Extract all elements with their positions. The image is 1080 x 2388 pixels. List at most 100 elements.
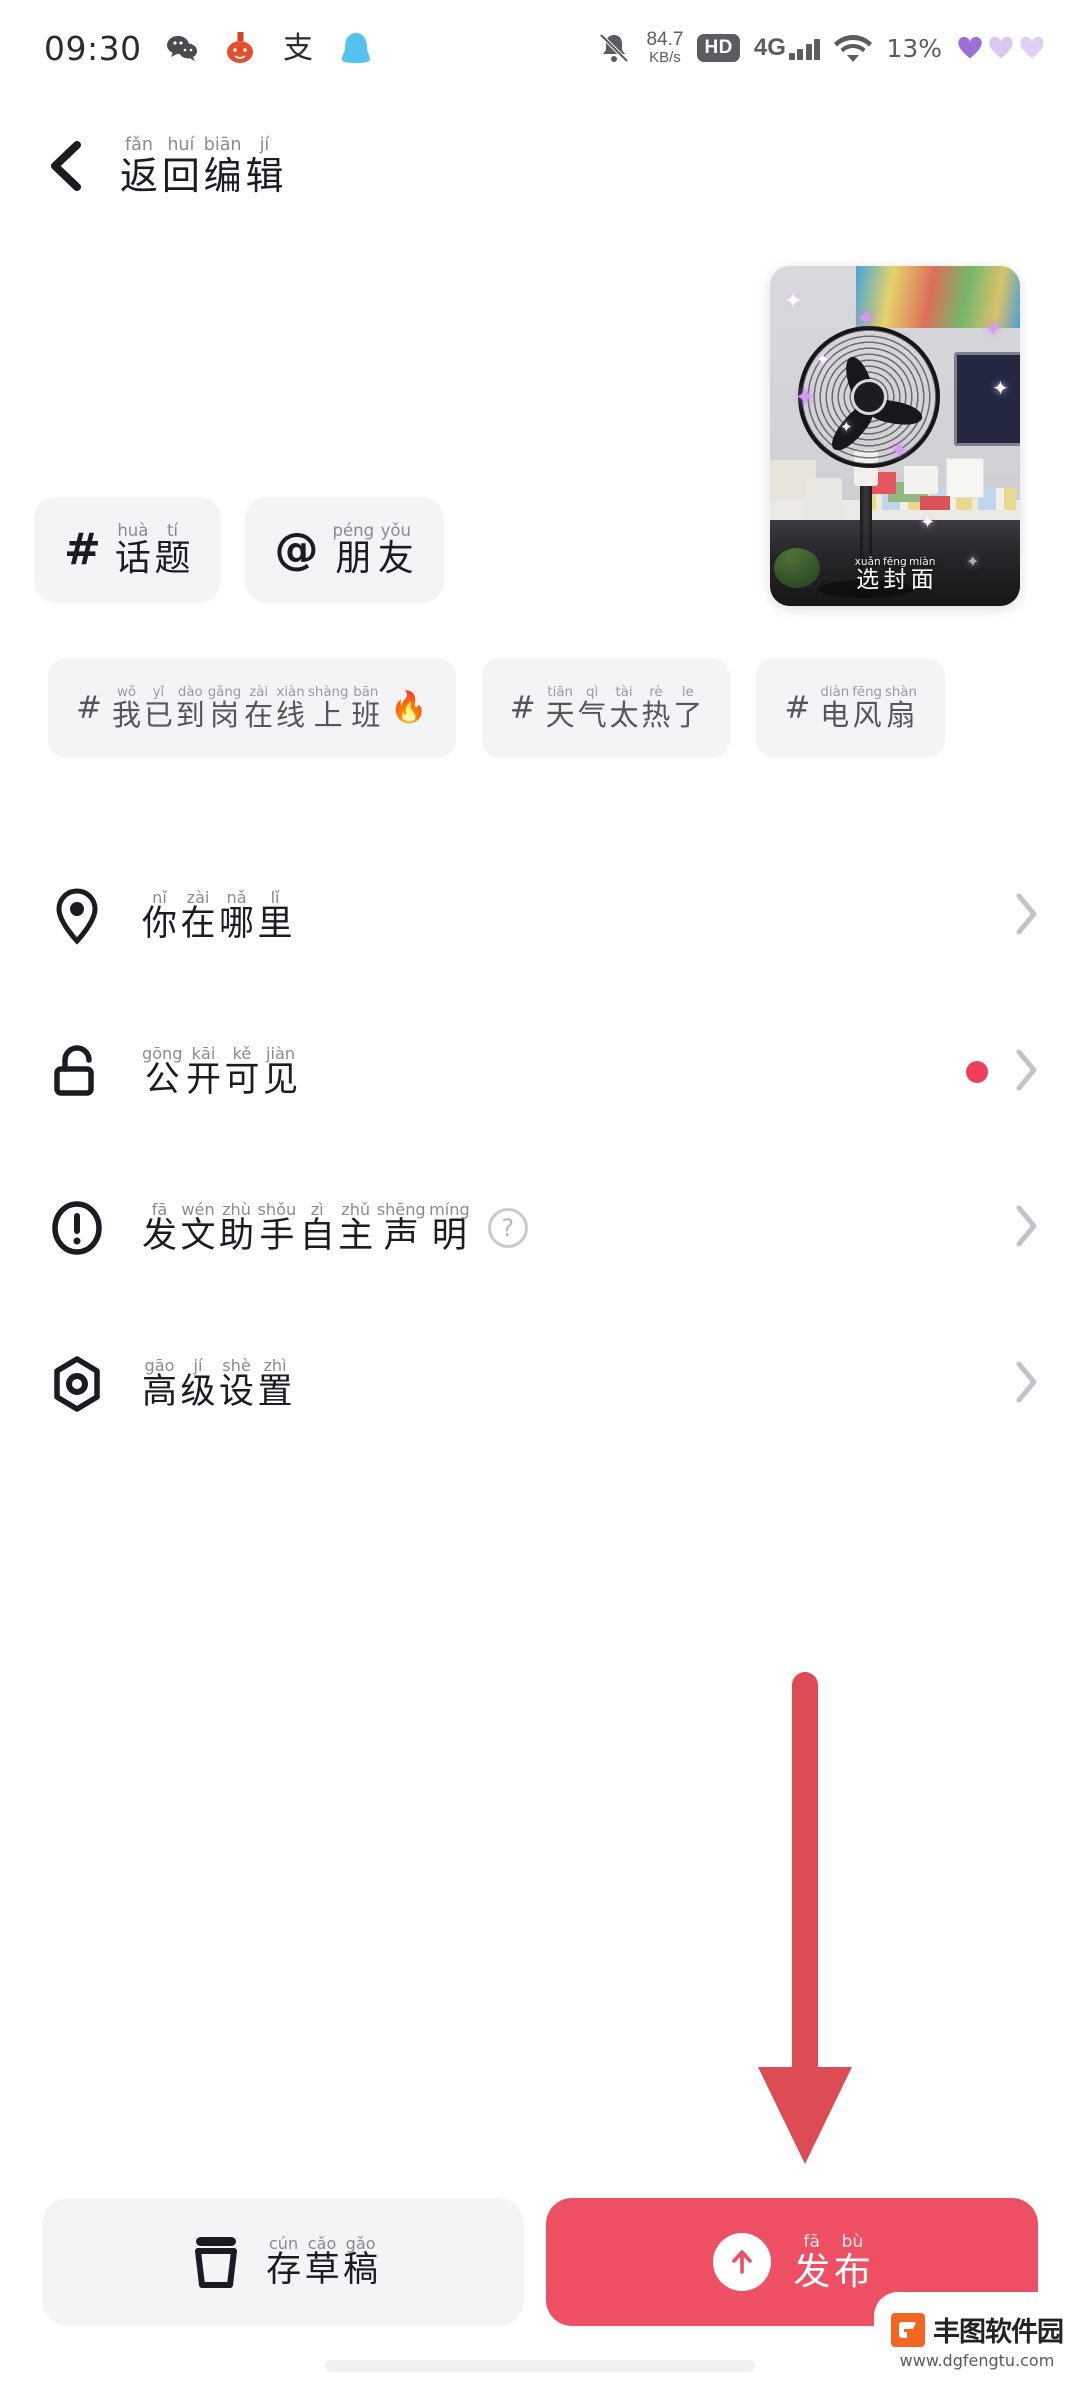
page-title: fǎn 返 huí 回 biān 编 jí 辑 — [120, 135, 283, 194]
hanzi: 手 — [259, 1216, 295, 1257]
save-draft-button[interactable]: cún 存 cǎo 草 gǎo 稿 — [42, 2198, 525, 2326]
hanzi: 朋 — [335, 538, 372, 580]
pinyin: péng — [332, 520, 375, 540]
back-chevron-icon — [51, 141, 81, 191]
topic-chip-label: diàn 电 fēng 风 shàn 扇 — [820, 686, 917, 730]
list-row-label: gāo 高 jí 级 shè 设 zhì 置 — [142, 1355, 1014, 1413]
status-bar-right: 84.7 KB/s HD 4G 13% — [596, 30, 1046, 66]
pinyin: jiàn — [266, 1043, 296, 1063]
pinyin: zài — [186, 887, 210, 907]
bell-muted-icon — [600, 33, 629, 63]
pinyin: biān — [203, 135, 242, 156]
signal-bars-icon — [788, 38, 821, 60]
hanzi: 友 — [377, 538, 414, 580]
list-row-text: gōng 公 kāi 开 kě 可 jiàn 见 — [142, 1043, 299, 1101]
hanzi: 选 — [856, 567, 880, 593]
hanzi: 文 — [180, 1216, 216, 1257]
pinyin: fā — [151, 1199, 168, 1219]
upload-arrow-icon — [713, 2233, 772, 2291]
list-row-label: nǐ 你 zài 在 nǎ 哪 lǐ 里 — [142, 887, 1014, 945]
settings-hexagon-icon — [48, 1355, 106, 1413]
pinyin: zhù — [222, 1199, 251, 1219]
battery-percentage: 13% — [886, 33, 942, 63]
pinyin: kě — [232, 1043, 252, 1063]
heart-icons — [956, 34, 1046, 62]
alipay-icon: 支 — [283, 31, 313, 66]
app-icon — [226, 32, 253, 63]
network-type-label: 4G — [753, 34, 786, 61]
watermark: 丰图软件园 www.dgfengtu.com — [874, 2292, 1080, 2388]
list-row[interactable]: gōng 公 kāi 开 kě 可 jiàn 见 — [0, 994, 1080, 1150]
pinyin: gāo — [144, 1355, 175, 1375]
hanzi: 已 — [143, 697, 173, 732]
qq-icon — [341, 33, 370, 63]
list-row[interactable]: fā 发 wén 文 zhù 助 shǒu 手 zì 自 zhǔ 主 shēng 声 míng 明? — [0, 1150, 1080, 1306]
wifi-icon — [834, 35, 873, 62]
pinyin: tí — [166, 520, 179, 540]
hash-icon: # — [784, 690, 811, 726]
save-draft-icon — [195, 2237, 238, 2288]
topic-chip[interactable]: # wǒ 我 yǐ 已 dào 到 gǎng 岗 zài 在 xiàn 线 shàng 上 bān 班 🔥 — [48, 658, 456, 758]
back-button[interactable] — [40, 139, 94, 193]
pinyin: shè — [222, 1355, 251, 1375]
hanzi: 级 — [180, 1372, 216, 1413]
pinyin: fǎn — [125, 135, 153, 156]
topic-chip[interactable]: # diàn 电 fēng 风 shàn 扇 — [756, 658, 945, 758]
hanzi: 见 — [263, 1060, 299, 1101]
at-icon: @ — [274, 524, 319, 575]
hanzi: 稿 — [343, 2250, 379, 2291]
tag-button-friend[interactable]: @ péng 朋 yǒu 友 — [244, 497, 444, 603]
svg-text:支: 支 — [283, 31, 313, 66]
hash-icon: # — [76, 690, 102, 726]
list-row-text: fā 发 wén 文 zhù 助 shǒu 手 zì 自 zhǔ 主 shēng 声 míng 明 — [142, 1199, 470, 1257]
tag-button-topic[interactable]: # huà 话 tí 题 — [34, 497, 221, 603]
hanzi: 了 — [673, 697, 703, 732]
location-pin-icon — [48, 887, 106, 945]
status-bar: 09:30 支 84.7 KB/s HD 4G 13% — [0, 0, 1080, 96]
tag-buttons: # huà 话 tí 题 @ péng 朋 yǒu 友 — [34, 497, 444, 603]
chevron-right-icon — [1014, 1360, 1040, 1409]
hanzi: 存 — [266, 2250, 302, 2291]
cover-thumbnail[interactable]: ✦ ✦ ✦ ✦ ✦ ✦ ✦ ✦ ✦ ✦ xuǎn选fēng封miàn面 — [770, 266, 1020, 606]
network-speed-unit: KB/s — [649, 49, 681, 67]
phone-screen: 09:30 支 84.7 KB/s HD 4G 13% fǎn 返 huí 回 … — [0, 0, 1080, 2388]
hanzi: 岗 — [209, 697, 239, 732]
hd-badge: HD — [697, 34, 740, 62]
unlock-icon — [48, 1043, 106, 1101]
hanzi: 风 — [852, 697, 882, 732]
chevron-right-icon — [1014, 1048, 1040, 1097]
topic-chip-row[interactable]: # wǒ 我 yǐ 已 dào 到 gǎng 岗 zài 在 xiàn 线 shàng 上 bān 班 🔥 # tiā… — [0, 658, 1080, 760]
pinyin: míng — [429, 1199, 470, 1219]
hanzi: 发 — [142, 1216, 178, 1257]
topic-chip-label: tiān 天 qì 气 tài 太 rè 热 le 了 — [546, 686, 703, 730]
list-row[interactable]: nǐ 你 zài 在 nǎ 哪 lǐ 里 — [0, 838, 1080, 994]
topic-chip[interactable]: # tiān 天 qì 气 tài 太 rè 热 le 了 — [481, 658, 731, 758]
hanzi: 我 — [111, 697, 141, 732]
hanzi: 太 — [609, 697, 639, 732]
hanzi: 扇 — [886, 697, 916, 732]
hanzi: 热 — [641, 697, 671, 732]
watermark-name: 丰图软件园 — [933, 2317, 1064, 2348]
hanzi: 话 — [114, 538, 151, 580]
home-indicator — [325, 2360, 755, 2372]
hanzi: 发 — [793, 2249, 831, 2293]
hanzi: 声 — [383, 1216, 419, 1257]
hanzi: 置 — [257, 1372, 293, 1413]
pinyin: huà — [117, 520, 149, 540]
hanzi: 自 — [299, 1216, 335, 1257]
hanzi: 面 — [910, 567, 934, 593]
pinyin: kāi — [191, 1043, 216, 1063]
annotation-arrow — [740, 1672, 870, 2177]
pinyin: nǎ — [226, 887, 247, 907]
list-row-label: fā 发 wén 文 zhù 助 shǒu 手 zì 自 zhǔ 主 shēng 声 míng 明? — [142, 1199, 1014, 1257]
list-row[interactable]: gāo 高 jí 级 shè 设 zhì 置 — [0, 1306, 1080, 1462]
hanzi: 上 — [313, 697, 343, 732]
hanzi: 可 — [224, 1060, 260, 1101]
help-icon[interactable]: ? — [487, 1207, 528, 1248]
list-row-text: gāo 高 jí 级 shè 设 zhì 置 — [142, 1355, 293, 1413]
exclamation-circle-icon — [48, 1200, 106, 1256]
heart-icon — [958, 36, 982, 59]
hanzi: 你 — [142, 904, 178, 945]
list-row-text: nǐ 你 zài 在 nǎ 哪 lǐ 里 — [142, 887, 293, 945]
wechat-icon — [166, 36, 197, 61]
